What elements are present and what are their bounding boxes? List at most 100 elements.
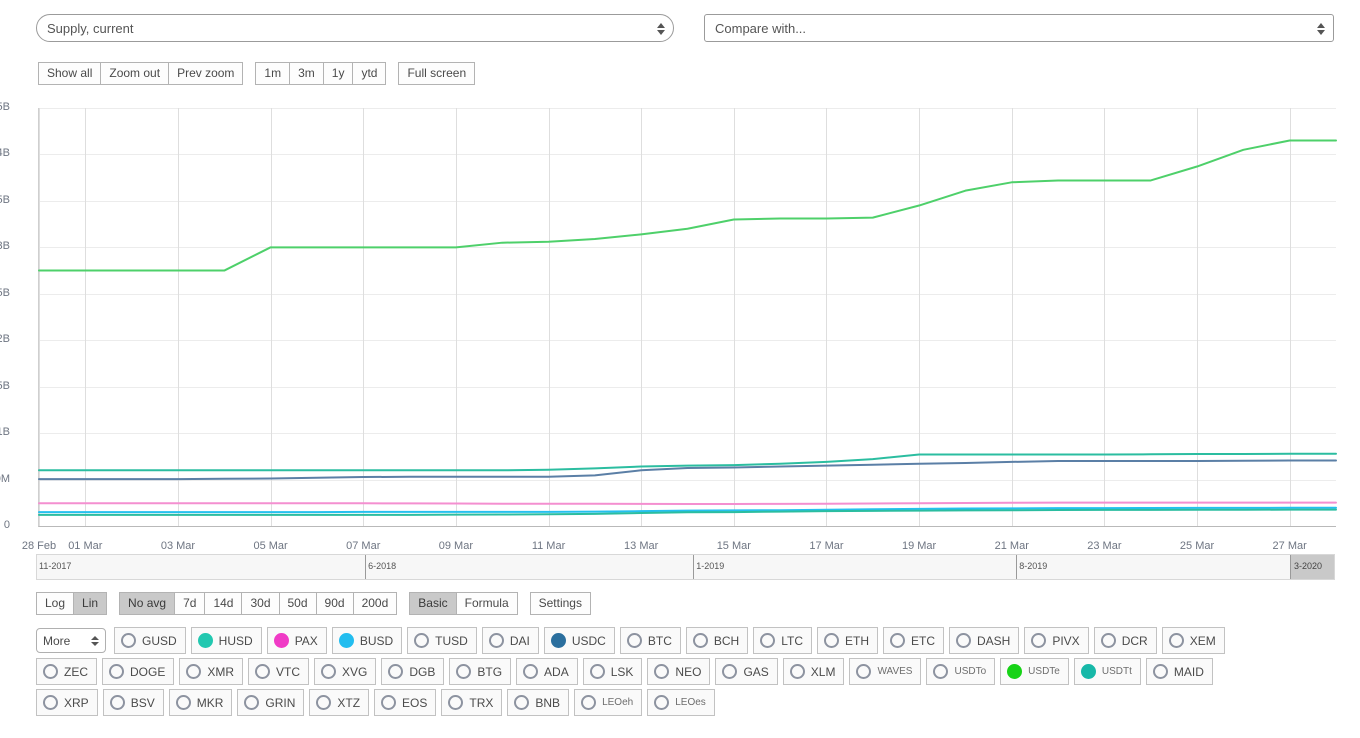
coin-toggle-label: XEM (1189, 633, 1216, 648)
range-button-ytd[interactable]: ytd (352, 62, 387, 85)
navigator-tick-label: 11-2017 (39, 561, 72, 571)
chart-plot-area[interactable]: 0 500M 1B 1.5B 2B 2.5B 3B 3.5B 4B 4.5B 28 Feb 01 Ma… (0, 102, 1337, 552)
y-axis-tick-label: 0 (3, 519, 10, 531)
coin-toggle-label: USDTt (1101, 665, 1132, 677)
option-button-7d[interactable]: 7d (174, 592, 206, 615)
coin-toggle-label: TRX (469, 695, 494, 710)
radio-unselected-icon (121, 633, 136, 648)
coin-toggle-btg[interactable]: BTG (449, 658, 512, 685)
coin-toggle-zec[interactable]: ZEC (36, 658, 97, 685)
coin-toggle-pivx[interactable]: PIVX (1024, 627, 1089, 654)
coin-toggle-ltc[interactable]: LTC (753, 627, 812, 654)
coin-toggle-dash[interactable]: DASH (948, 627, 1020, 654)
radio-selected-icon (338, 633, 354, 648)
compare-select[interactable]: Compare with... (704, 14, 1334, 42)
option-button-no-avg[interactable]: No avg (119, 592, 176, 615)
coin-toggle-leoes[interactable]: LEOes (647, 689, 715, 716)
coin-toggle-pax[interactable]: PAX (266, 627, 327, 654)
radio-unselected-icon (722, 664, 738, 679)
radio-unselected-icon (626, 633, 642, 648)
coin-toggle-vtc[interactable]: VTC (248, 658, 310, 685)
coin-toggle-usdte[interactable]: USDTe (1000, 658, 1069, 685)
coin-toggle-label: DCR (1121, 633, 1148, 648)
option-button-log[interactable]: Log (36, 592, 75, 615)
coin-toggle-etc[interactable]: ETC (882, 627, 944, 654)
radio-unselected-icon (109, 664, 124, 679)
coin-toggle-label: ZEC (64, 664, 88, 679)
range-button-3m[interactable]: 3m (289, 62, 324, 85)
radio-unselected-icon (109, 695, 125, 710)
coin-toggle-lsk[interactable]: LSK (582, 658, 643, 685)
range-button-show-all[interactable]: Show all (38, 62, 102, 85)
coin-toggle-label: DOGE (130, 664, 166, 679)
coin-toggle-usdtt[interactable]: USDTt (1073, 658, 1141, 685)
option-button-lin[interactable]: Lin (73, 592, 108, 615)
option-button-14d[interactable]: 14d (204, 592, 243, 615)
coin-toggle-neo[interactable]: NEO (647, 658, 711, 685)
coin-toggle-usdto[interactable]: USDTo (926, 658, 996, 685)
coin-toggle-xvg[interactable]: XVG (314, 658, 377, 685)
radio-unselected-icon (43, 664, 58, 679)
radio-unselected-icon (1168, 633, 1184, 648)
coin-toggle-leoeh[interactable]: LEOeh (574, 689, 643, 716)
coin-toggle-xlm[interactable]: XLM (782, 658, 845, 685)
option-button-formula[interactable]: Formula (455, 592, 518, 615)
radio-unselected-icon (43, 695, 58, 710)
more-dropdown[interactable]: More (36, 628, 106, 653)
range-group-2: Full screen (398, 62, 476, 85)
coin-toggle-usdc[interactable]: USDC (543, 627, 615, 654)
option-group-1: No avg 7d 14d 30d 50d 90d 200d (119, 592, 398, 615)
coin-toggle-label: DGB (409, 664, 436, 679)
coin-toggle-maid[interactable]: MAID (1145, 658, 1213, 685)
radio-unselected-icon (456, 664, 472, 679)
range-button-prev-zoom[interactable]: Prev zoom (168, 62, 244, 85)
coin-toggle-mkr[interactable]: MKR (168, 689, 233, 716)
coin-toggle-gas[interactable]: GAS (715, 658, 778, 685)
coin-toggle-husd[interactable]: HUSD (190, 627, 262, 654)
option-button-200d[interactable]: 200d (352, 592, 398, 615)
range-button-full-screen[interactable]: Full screen (398, 62, 476, 85)
coin-toggle-label: XMR (207, 664, 235, 679)
coin-toggle-grin[interactable]: GRIN (237, 689, 305, 716)
coin-toggle-btc[interactable]: BTC (619, 627, 681, 654)
coin-toggle-xem[interactable]: XEM (1161, 627, 1225, 654)
coin-toggle-bnb[interactable]: BNB (507, 689, 570, 716)
range-button-zoom-out[interactable]: Zoom out (100, 62, 170, 85)
option-button-settings[interactable]: Settings (529, 592, 591, 615)
coin-toggle-ada[interactable]: ADA (516, 658, 578, 685)
radio-unselected-icon (654, 664, 670, 679)
coin-toggle-busd[interactable]: BUSD (331, 627, 403, 654)
coin-toggle-tusd[interactable]: TUSD (407, 627, 477, 654)
coin-toggle-label: ADA (544, 664, 569, 679)
metric-select[interactable]: Supply, current (36, 14, 674, 42)
coin-toggle-doge[interactable]: DOGE (102, 658, 175, 685)
coin-toggle-xrp[interactable]: XRP (36, 689, 98, 716)
coin-toggle-dcr[interactable]: DCR (1093, 627, 1157, 654)
navigator-selection-handle[interactable]: 3-2020 (1290, 555, 1334, 579)
option-button-basic[interactable]: Basic (409, 592, 457, 615)
radio-selected-icon (197, 633, 213, 648)
range-button-1m[interactable]: 1m (255, 62, 291, 85)
chart-navigator[interactable]: 11-2017 6-2018 1-2019 8-2019 3-2020 (36, 554, 1335, 580)
coin-toggle-gusd[interactable]: GUSD (114, 627, 186, 654)
coin-toggle-label: GRIN (265, 695, 296, 710)
coin-toggle-eth[interactable]: ETH (816, 627, 878, 654)
coin-toggle-bch[interactable]: BCH (685, 627, 749, 654)
radio-unselected-icon (523, 664, 539, 679)
coin-toggle-xmr[interactable]: XMR (179, 658, 244, 685)
range-button-1y[interactable]: 1y (322, 62, 354, 85)
option-button-50d[interactable]: 50d (278, 592, 317, 615)
option-button-90d[interactable]: 90d (315, 592, 354, 615)
coin-toggle-dai[interactable]: DAI (481, 627, 539, 654)
radio-unselected-icon (933, 664, 949, 679)
coin-toggle-label: GAS (743, 664, 769, 679)
coin-row: XRP BSV MKR GRIN XTZ EOS TRX BNB LEOeh LEOes (36, 689, 1356, 716)
coin-toggle-bsv[interactable]: BSV (102, 689, 164, 716)
coin-toggle-eos[interactable]: EOS (374, 689, 437, 716)
coin-toggle-trx[interactable]: TRX (441, 689, 503, 716)
option-button-30d[interactable]: 30d (241, 592, 280, 615)
coin-toggle-waves[interactable]: WAVES (849, 658, 922, 685)
coin-toggle-xtz[interactable]: XTZ (309, 689, 370, 716)
y-axis-tick-label: 500M (0, 472, 10, 485)
coin-toggle-dgb[interactable]: DGB (381, 658, 445, 685)
